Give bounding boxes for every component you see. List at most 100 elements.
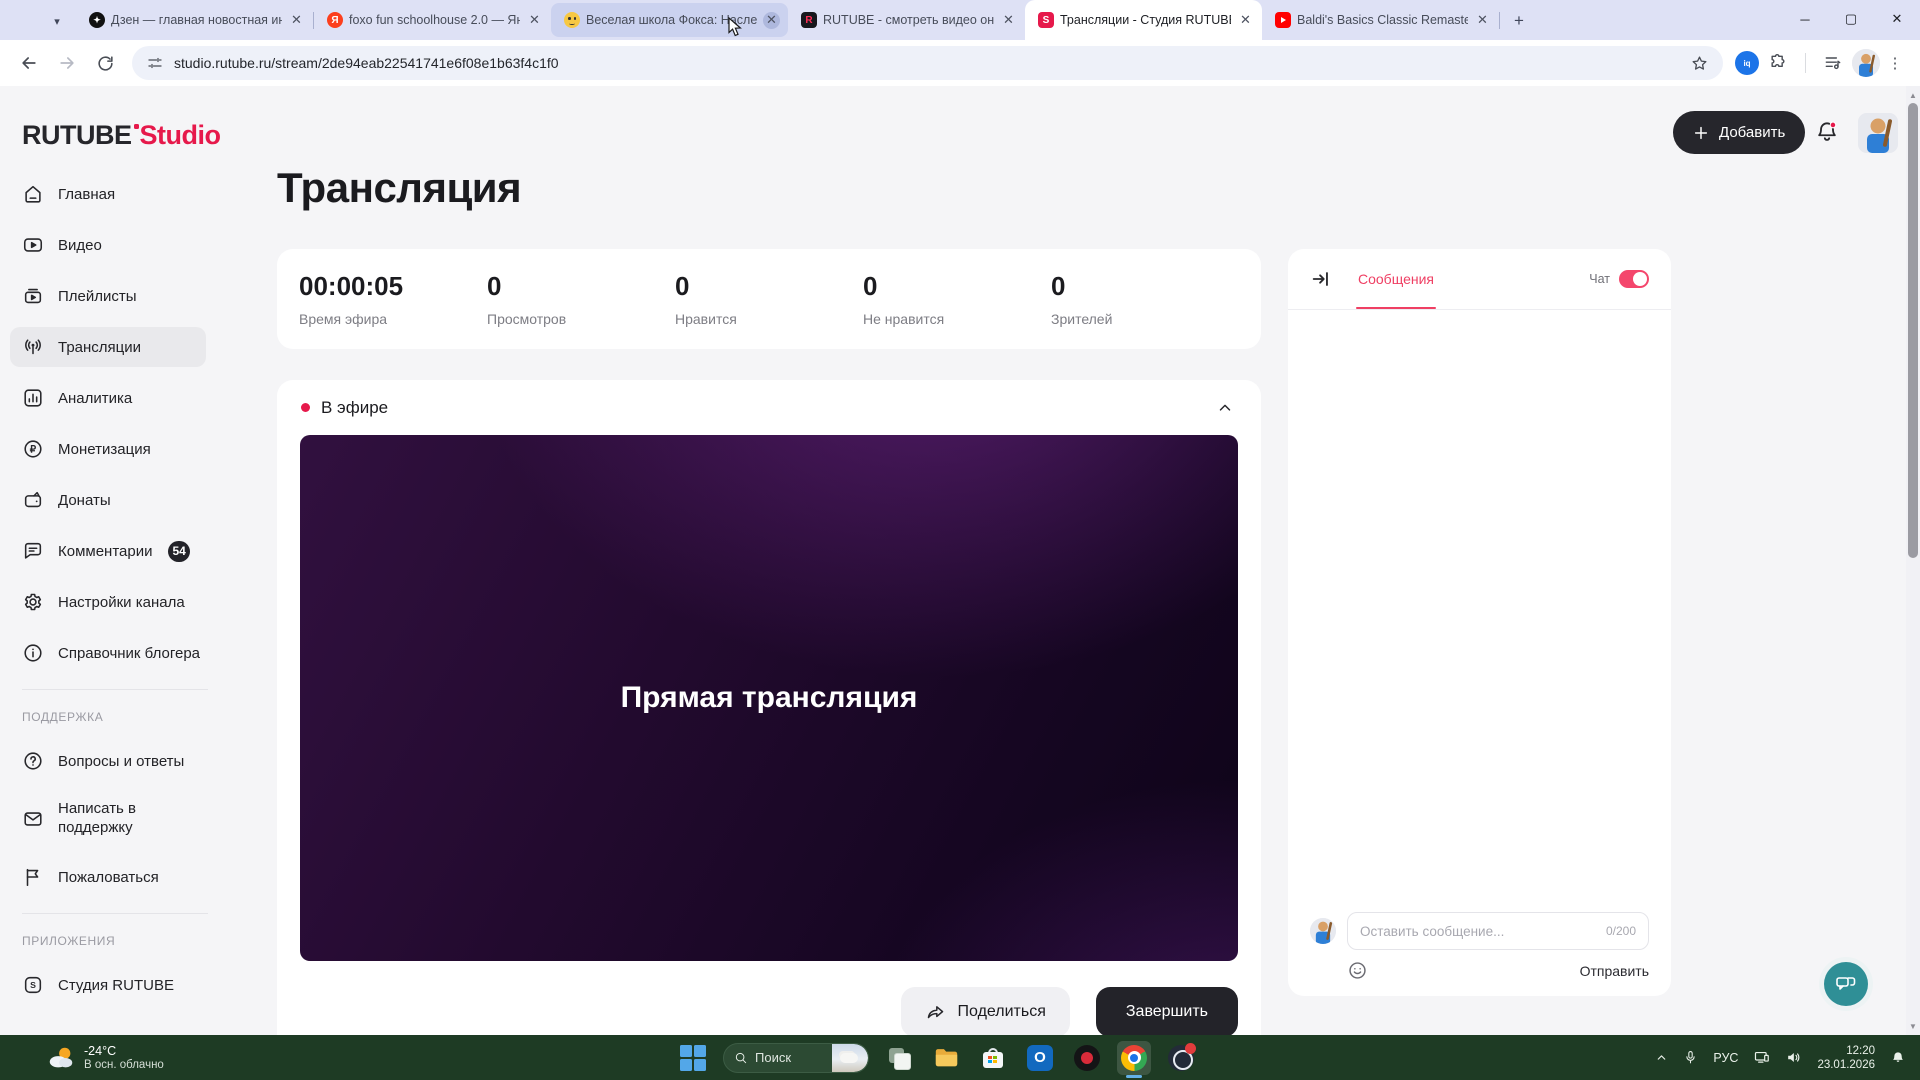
tab-close-icon[interactable]: ✕ bbox=[763, 11, 780, 29]
tab-close-icon[interactable]: ✕ bbox=[526, 12, 543, 29]
send-message-button[interactable]: Отправить bbox=[1580, 963, 1649, 979]
tab-rutube[interactable]: R RUTUBE - смотреть видео он ✕ bbox=[788, 0, 1025, 40]
sidebar-item-video[interactable]: Видео bbox=[10, 225, 206, 265]
volume-tray-icon[interactable] bbox=[1785, 1049, 1802, 1066]
sidebar-item-blogger-guide[interactable]: Справочник блогера bbox=[10, 633, 206, 673]
sidebar-item-studio-app[interactable]: S Студия RUTUBE bbox=[10, 965, 206, 1005]
sidebar-item-analytics[interactable]: Аналитика bbox=[10, 378, 206, 418]
sidebar-item-monetization[interactable]: ₽ Монетизация bbox=[10, 429, 206, 469]
file-explorer-button[interactable] bbox=[929, 1041, 963, 1075]
tab-rutube-studio[interactable]: S Трансляции - Студия RUTUBE ✕ bbox=[1025, 0, 1262, 40]
window-close-button[interactable]: ✕ bbox=[1874, 0, 1920, 38]
sidebar-item-streams[interactable]: Трансляции bbox=[10, 327, 206, 367]
weather-desc: В осн. облачно bbox=[84, 1059, 164, 1071]
scroll-down-icon[interactable]: ▼ bbox=[1906, 1019, 1920, 1033]
reload-button[interactable] bbox=[88, 46, 122, 80]
start-button[interactable] bbox=[676, 1041, 710, 1075]
forward-button[interactable] bbox=[50, 46, 84, 80]
collapse-chat-icon[interactable] bbox=[1310, 268, 1332, 290]
collapse-chevron-up-icon[interactable] bbox=[1213, 396, 1237, 420]
sidebar-item-label: Вопросы и ответы bbox=[58, 752, 185, 770]
sidebar-item-write-support[interactable]: Написать в поддержку bbox=[10, 792, 206, 846]
extension-icon[interactable]: iq bbox=[1735, 51, 1759, 75]
sidebar-item-report[interactable]: Пожаловаться bbox=[10, 857, 206, 897]
home-icon bbox=[25, 185, 41, 203]
back-button[interactable] bbox=[12, 46, 46, 80]
tab-search-button[interactable]: ▾ bbox=[44, 8, 70, 34]
share-button[interactable]: Поделиться bbox=[900, 987, 1070, 1035]
sidebar-item-faq[interactable]: Вопросы и ответы bbox=[10, 741, 206, 781]
tab-veselaya-shkola[interactable]: Веселая школа Фокса: Наслед ✕ bbox=[551, 3, 788, 37]
obs-notification-badge bbox=[1185, 1042, 1196, 1054]
share-button-label: Поделиться bbox=[957, 1003, 1046, 1020]
weather-widget[interactable]: -24°C В осн. облачно bbox=[46, 1035, 164, 1080]
chat-message-input[interactable] bbox=[1360, 923, 1598, 939]
rutube-studio-logo[interactable]: RUTUBE Studio bbox=[22, 121, 226, 149]
tray-overflow-chevron-icon[interactable] bbox=[1655, 1051, 1668, 1064]
url-text[interactable]: studio.rutube.ru/stream/2de94eab22541741… bbox=[174, 55, 1690, 71]
chrome-icon bbox=[1121, 1044, 1147, 1071]
window-minimize-button[interactable]: ─ bbox=[1782, 0, 1828, 38]
sidebar-item-label: Пожаловаться bbox=[58, 868, 159, 886]
tab-close-icon[interactable]: ✕ bbox=[288, 12, 305, 29]
window-maximize-button[interactable]: ▢ bbox=[1828, 0, 1874, 38]
bookmark-star-icon[interactable] bbox=[1690, 54, 1709, 73]
media-controls-icon[interactable] bbox=[1816, 46, 1850, 80]
add-button[interactable]: Добавить bbox=[1673, 111, 1806, 154]
address-bar[interactable]: studio.rutube.ru/stream/2de94eab22541741… bbox=[132, 46, 1723, 80]
finish-stream-button[interactable]: Завершить bbox=[1095, 987, 1238, 1035]
stat-label: Нравится bbox=[675, 311, 737, 327]
sidebar-item-playlists[interactable]: Плейлисты bbox=[10, 276, 206, 316]
new-tab-button[interactable]: + bbox=[1506, 8, 1532, 34]
browser-profile-avatar[interactable] bbox=[1852, 49, 1880, 77]
scroll-up-icon[interactable]: ▲ bbox=[1906, 88, 1920, 102]
tab-dzen[interactable]: ✦ Дзен — главная новостная ин ✕ bbox=[76, 0, 313, 40]
microphone-tray-icon[interactable] bbox=[1683, 1050, 1698, 1065]
chat-message-input-box[interactable]: 0/200 bbox=[1347, 912, 1649, 950]
sidebar-item-donations[interactable]: Донаты bbox=[10, 480, 206, 520]
site-settings-icon[interactable] bbox=[146, 54, 164, 72]
smiley-favicon-icon bbox=[564, 12, 580, 28]
comments-count-badge: 54 bbox=[168, 540, 190, 562]
analytics-icon bbox=[24, 389, 42, 407]
search-icon bbox=[735, 1052, 747, 1063]
tab-close-icon[interactable]: ✕ bbox=[1000, 12, 1017, 29]
chrome-button[interactable] bbox=[1117, 1040, 1151, 1078]
taskbar-search[interactable]: Поиск bbox=[723, 1042, 869, 1073]
search-highlight-image[interactable] bbox=[832, 1043, 868, 1072]
obs-button[interactable] bbox=[1164, 1041, 1198, 1075]
extensions-puzzle-icon[interactable] bbox=[1761, 46, 1795, 80]
network-tray-icon[interactable] bbox=[1753, 1049, 1770, 1066]
sidebar-item-label: Донаты bbox=[58, 491, 111, 509]
live-stream-card: В эфире Прямая трансляция Поделиться Зав… bbox=[277, 380, 1261, 1035]
sidebar-item-comments[interactable]: Комментарии 54 bbox=[10, 531, 206, 571]
chat-toggle[interactable] bbox=[1619, 270, 1649, 288]
tab-messages[interactable]: Сообщения bbox=[1356, 271, 1436, 309]
stream-video-player[interactable]: Прямая трансляция bbox=[300, 435, 1238, 961]
logo-secondary: Studio bbox=[139, 120, 221, 150]
language-indicator[interactable]: РУС bbox=[1713, 1051, 1738, 1065]
studio-favicon-icon: S bbox=[1038, 12, 1054, 28]
emoji-smiley-icon[interactable] bbox=[1347, 960, 1368, 981]
studio-profile-avatar[interactable] bbox=[1858, 113, 1898, 153]
tab-baldis-basics[interactable]: Baldi's Basics Classic Remastere ✕ bbox=[1262, 0, 1499, 40]
tab-close-icon[interactable]: ✕ bbox=[1237, 12, 1254, 29]
clock[interactable]: 12:20 23.01.2026 bbox=[1817, 1044, 1875, 1072]
info-icon bbox=[24, 644, 42, 662]
scrollbar-thumb[interactable] bbox=[1908, 103, 1918, 558]
task-view-button[interactable] bbox=[882, 1041, 916, 1075]
browser-menu-icon[interactable]: ⋮ bbox=[1880, 48, 1910, 78]
page-scrollbar[interactable]: ▲ ▼ bbox=[1906, 86, 1920, 1035]
notifications-bell-icon[interactable] bbox=[1812, 117, 1842, 147]
browser-toolbar: studio.rutube.ru/stream/2de94eab22541741… bbox=[0, 40, 1920, 86]
support-chat-floating-button[interactable] bbox=[1824, 962, 1868, 1006]
tab-close-icon[interactable]: ✕ bbox=[1474, 12, 1491, 29]
sidebar-item-home[interactable]: Главная bbox=[10, 174, 206, 214]
chat-bubbles-icon bbox=[1836, 977, 1856, 990]
tab-foxo-search[interactable]: Я foxo fun schoolhouse 2.0 — Ян ✕ bbox=[314, 0, 551, 40]
recorder-app-button[interactable] bbox=[1070, 1041, 1104, 1075]
microsoft-store-button[interactable] bbox=[976, 1041, 1010, 1075]
outlook-button[interactable]: O bbox=[1023, 1041, 1057, 1075]
notifications-tray-bell-icon[interactable] bbox=[1890, 1050, 1906, 1066]
sidebar-item-channel-settings[interactable]: Настройки канала bbox=[10, 582, 206, 622]
